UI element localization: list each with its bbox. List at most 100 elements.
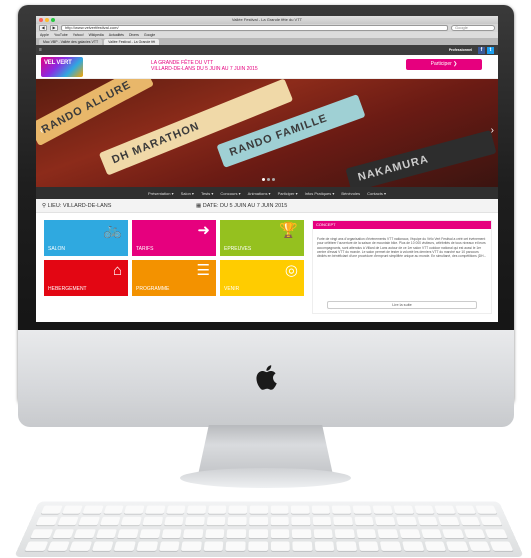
keyboard-key: [480, 517, 503, 526]
logo-text: VEL VERT: [44, 60, 72, 66]
nav-item-4[interactable]: Animations ▾: [248, 191, 271, 196]
nav-item-3[interactable]: Concours ▾: [220, 191, 240, 196]
tile-hebergement[interactable]: ⌂ HEBERGEMENT: [44, 260, 128, 296]
trophy-icon: 🏆: [279, 222, 298, 239]
tile-tarifs[interactable]: ➜ TARIFS: [132, 220, 216, 256]
nav-item-7[interactable]: Bénévoles: [341, 191, 360, 196]
concept-text: Forte de vingt ans d'organisation d'évén…: [317, 237, 487, 259]
nav-item-5[interactable]: Participer ▾: [278, 191, 298, 196]
keyboard-key: [163, 517, 184, 526]
keyboard-key: [414, 505, 435, 514]
back-button[interactable]: ◀: [39, 25, 47, 31]
keyboard-key: [57, 517, 79, 526]
zoom-icon[interactable]: [51, 18, 55, 22]
browser-titlebar: Vallée Festival - La Grande fête du VTT: [36, 16, 498, 24]
keyboard-key: [424, 541, 447, 551]
keyboard-key: [158, 541, 180, 551]
tab-bar: Mac VBP - Vallée des galaxies VTT Vallée…: [36, 38, 498, 45]
keyboard-key: [24, 541, 48, 551]
keyboard-key: [270, 517, 289, 526]
minimize-icon[interactable]: [45, 18, 49, 22]
keyboard-key: [417, 517, 439, 526]
keyboard-key: [207, 505, 227, 514]
screen: Vallée Festival - La Grande fête du VTT …: [36, 16, 498, 322]
hero-slider: RANDO ALLURE DH MARATHON RANDO FAMILLE N…: [36, 79, 498, 187]
nav-item-2[interactable]: Tests ▾: [201, 191, 213, 196]
address-bar[interactable]: http://www.velvertfestival.com/: [61, 25, 448, 31]
keyboard-key: [314, 541, 335, 551]
keyboard-key: [166, 505, 186, 514]
window-controls[interactable]: [39, 18, 55, 22]
read-more-button[interactable]: Lire la suite: [327, 301, 477, 309]
nav-item-0[interactable]: Présentation ▾: [148, 191, 174, 196]
keyboard-key: [270, 541, 290, 551]
keyboard-key: [485, 528, 508, 538]
twitter-icon[interactable]: t: [487, 46, 494, 54]
nav-item-8[interactable]: Contacts ▾: [367, 191, 386, 196]
participer-button[interactable]: Participer ❯: [406, 59, 482, 70]
bookmark-1[interactable]: YouTube: [54, 32, 68, 38]
compass-icon: ◎: [284, 262, 298, 279]
slider-prev-icon[interactable]: ‹: [40, 125, 43, 136]
tile-label: HEBERGEMENT: [48, 286, 87, 292]
keyboard-key: [95, 528, 118, 538]
nav-item-6[interactable]: Infos Pratiques ▾: [305, 191, 335, 196]
keyboard-key: [227, 517, 247, 526]
bookmark-2[interactable]: Yahoo!: [73, 32, 84, 38]
bookmark-5[interactable]: Divers: [129, 32, 139, 38]
hero-plate-1: RANDO ALLURE: [36, 79, 155, 147]
keyboard-key: [225, 541, 246, 551]
keyboard-key: [334, 528, 355, 538]
slider-dots[interactable]: [262, 178, 275, 181]
nav-item-1[interactable]: Salon ▾: [181, 191, 194, 196]
bookmark-0[interactable]: Apple: [40, 32, 49, 38]
keyboard-key: [204, 528, 225, 538]
keyboard-key: [402, 541, 424, 551]
keyboard-key: [290, 505, 310, 514]
keyboard-key: [399, 528, 421, 538]
menu-icon[interactable]: ≡: [39, 47, 42, 53]
keyboard-key: [331, 505, 352, 514]
keyboard-key: [446, 541, 469, 551]
keyboard-key: [270, 528, 290, 538]
keyboard-key: [352, 505, 372, 514]
bookmark-6[interactable]: Google: [144, 32, 155, 38]
date-value: DATE: DU 5 JUIN AU 7 JUIN 2015: [202, 203, 288, 209]
keyboard-key: [455, 505, 477, 514]
tile-salon[interactable]: 🚲 SALON: [44, 220, 128, 256]
slider-next-icon[interactable]: ›: [491, 125, 494, 136]
keyboard-key: [463, 528, 486, 538]
main-nav: Présentation ▾ Salon ▾ Tests ▾ Concours ▾ An…: [36, 187, 498, 199]
tile-epreuves[interactable]: 🏆 EPREUVES: [220, 220, 304, 256]
keyboard-key: [206, 517, 226, 526]
keyboard-key: [226, 528, 247, 538]
professional-link[interactable]: Professionnel: [449, 48, 472, 52]
keyboard-key: [313, 528, 334, 538]
keyboard-key: [358, 541, 380, 551]
bookmark-3[interactable]: Wikipedia: [89, 32, 104, 38]
keyboard-key: [396, 517, 417, 526]
keyboard-key: [103, 505, 124, 514]
location-text: ⚲ LIEU: VILLARD-DE-LANS: [42, 203, 112, 209]
keyboard-key: [91, 541, 114, 551]
keyboard-key: [375, 517, 396, 526]
keyboard-key: [380, 541, 402, 551]
keyboard-key: [333, 517, 353, 526]
keyboard-key: [183, 528, 204, 538]
tile-venir[interactable]: ◎ VENIR: [220, 260, 304, 296]
forward-button[interactable]: ▶: [50, 25, 58, 31]
tile-label: EPREUVES: [224, 246, 252, 252]
tagline-line-2: VILLARD-DE-LANS DU 5 JUIN AU 7 JUIN 2015: [151, 66, 258, 72]
keyboard-key: [99, 517, 121, 526]
bookmark-4[interactable]: Actualités: [109, 32, 124, 38]
search-field[interactable]: Google: [451, 25, 495, 31]
facebook-icon[interactable]: f: [478, 46, 485, 54]
tile-programme[interactable]: ☰ PROGRAMME: [132, 260, 216, 296]
hero-plate-4: NAKAMURA: [345, 129, 497, 187]
keyboard-key: [47, 541, 70, 551]
keyboard-key: [142, 517, 163, 526]
concept-panel: CONCEPT Forte de vingt ans d'organisatio…: [312, 220, 492, 314]
close-icon[interactable]: [39, 18, 43, 22]
tile-label: TARIFS: [136, 246, 154, 252]
keyboard-key: [124, 505, 145, 514]
